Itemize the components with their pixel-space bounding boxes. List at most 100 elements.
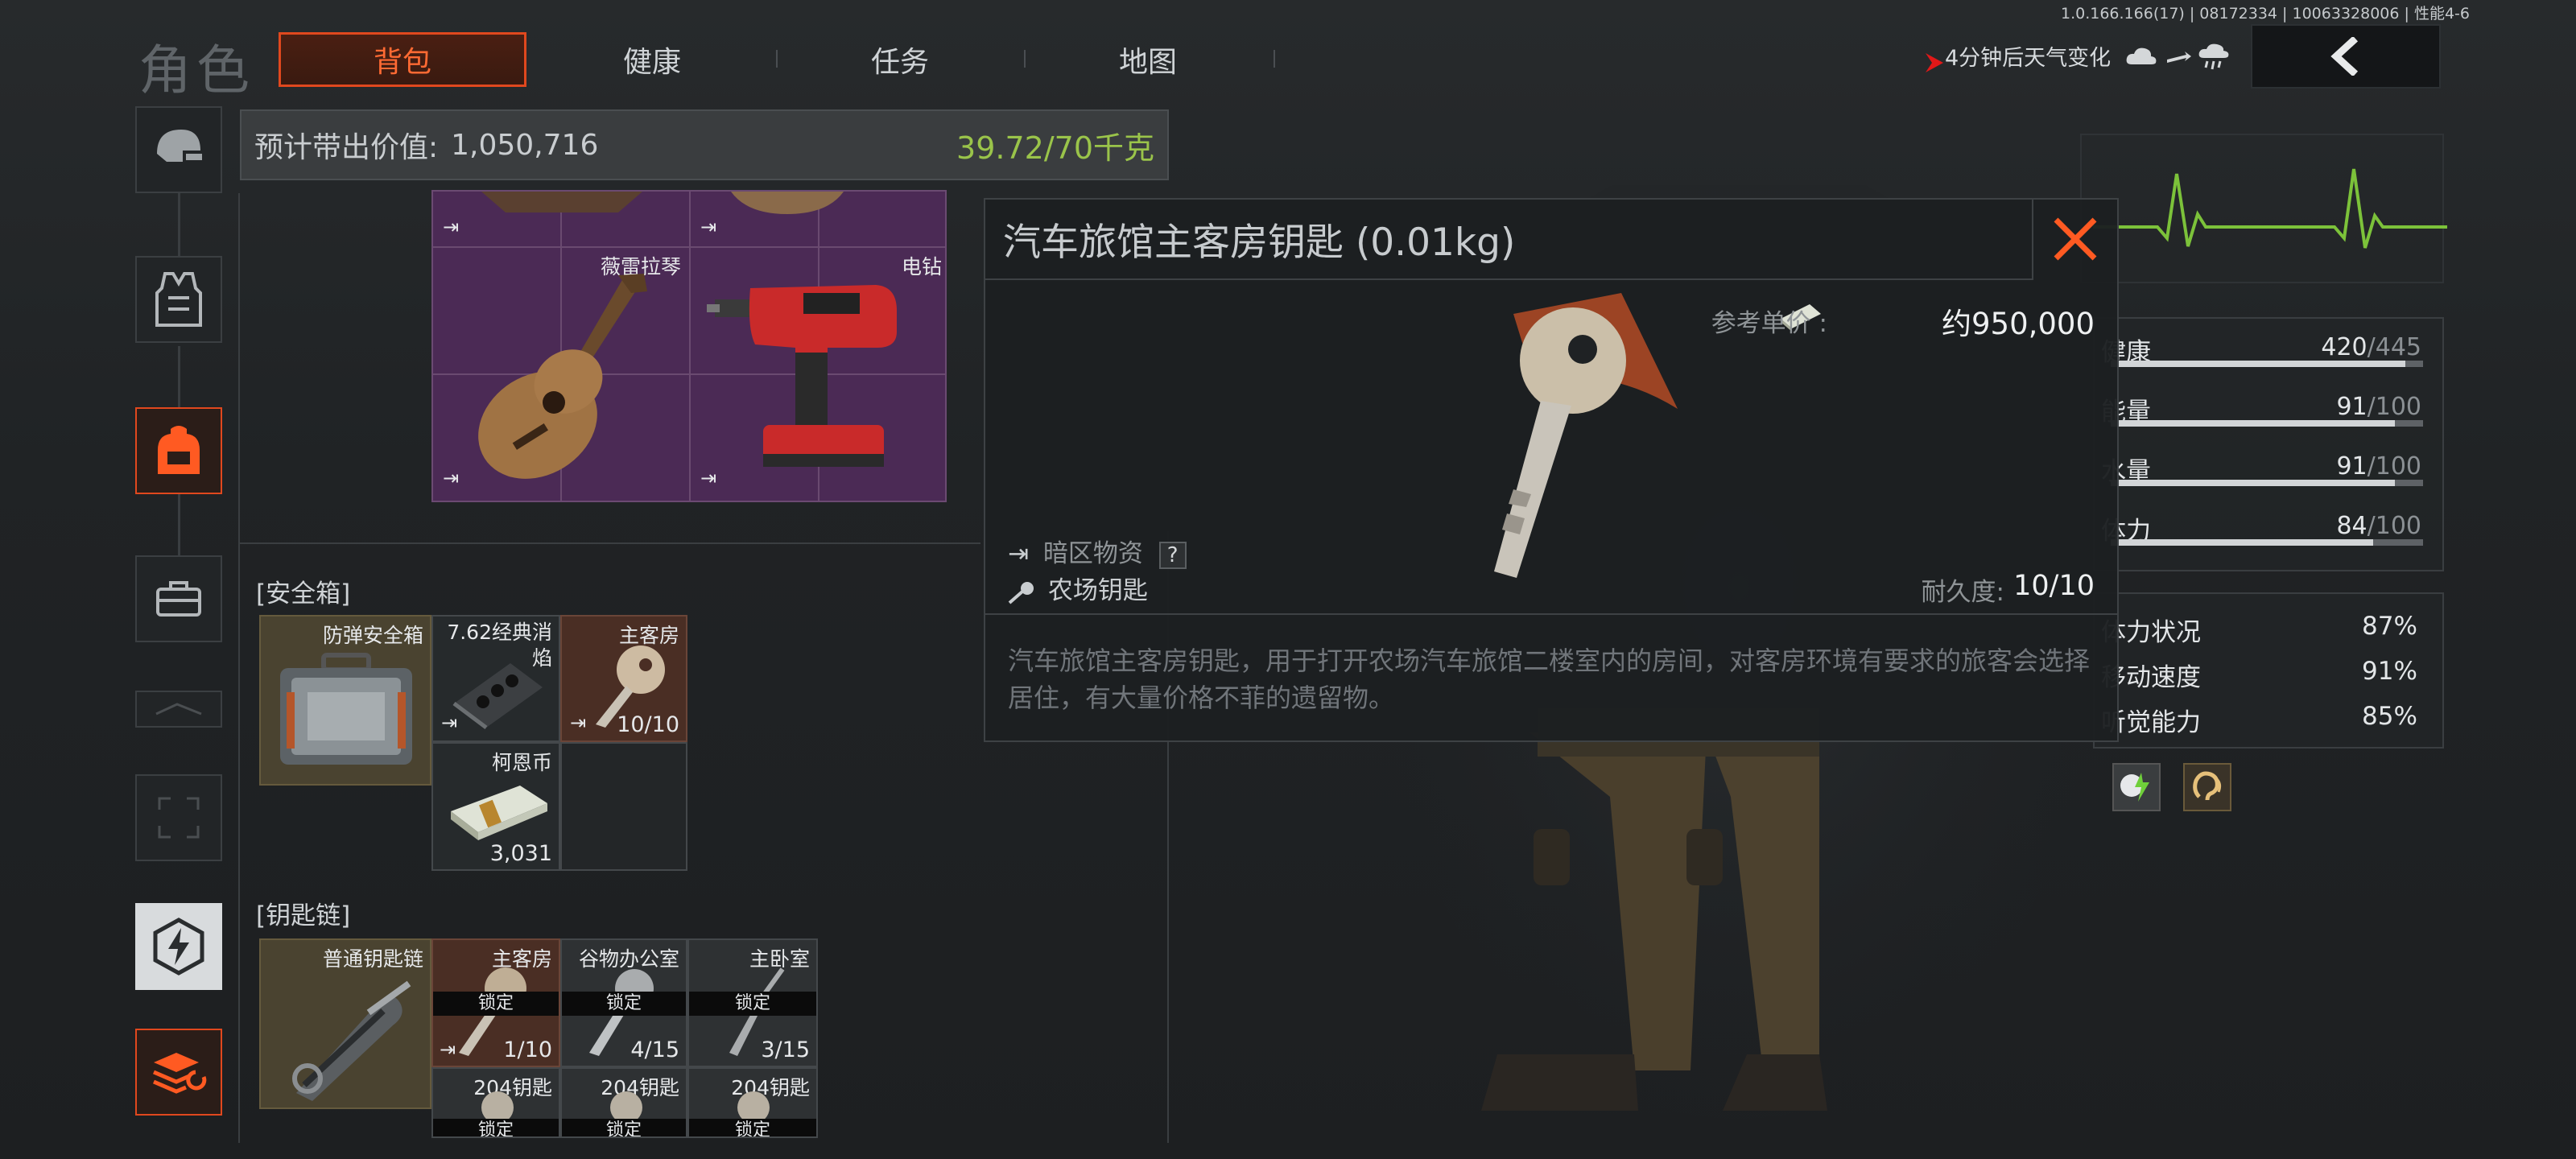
slot-count: 1/10 <box>503 1037 552 1062</box>
keychain-image <box>292 980 411 1101</box>
layers-icon <box>153 1053 207 1094</box>
nav-toolbox-button[interactable] <box>135 555 222 642</box>
item-description: 汽车旅馆主客房钥匙，用于打开农场汽车旅馆二楼室内的房间，对客房环境有要求的旅客会… <box>1008 645 2091 713</box>
close-icon <box>2054 217 2097 261</box>
backpack-bottom-line <box>240 542 980 544</box>
condition-value: 85% <box>2362 702 2417 731</box>
slot-count: 10/10 <box>617 712 679 737</box>
safe-box-slot[interactable]: 柯恩币 3,031 <box>431 742 560 871</box>
slot-count: 4/15 <box>630 1037 679 1062</box>
safe-box-slot[interactable]: 7.62经典消焰 ⇥ <box>431 615 560 742</box>
item-type: 农场钥匙 <box>1047 576 1148 605</box>
water-bar <box>2111 480 2423 486</box>
weather-text: 4分钟后天气变化 <box>1945 46 2112 71</box>
popup-divider <box>985 613 2117 615</box>
keychain-slot[interactable]: 主卧室 锁定 3/15 <box>687 938 818 1067</box>
partial-item-image <box>731 192 844 214</box>
value-amount: 1,050,716 <box>451 128 599 162</box>
item-category-row: ⇥ 暗区物资 ? <box>1008 533 1187 569</box>
item-category: 暗区物资 <box>1042 539 1143 568</box>
nav-helmet-button[interactable] <box>135 106 222 193</box>
nav-slot-button[interactable] <box>135 691 222 728</box>
safe-box-empty-slot[interactable] <box>560 742 687 871</box>
exit-marker-icon: ⇥ <box>443 467 460 489</box>
health-bar <box>2111 361 2423 367</box>
stat-current: 84 <box>2336 512 2368 540</box>
nav-expand-button[interactable] <box>135 774 222 861</box>
nav-skill-button[interactable] <box>135 903 222 990</box>
exit-marker-icon: ⇥ <box>441 711 458 734</box>
back-button[interactable] <box>2251 24 2441 89</box>
condition-value: 87% <box>2362 612 2417 641</box>
stat-value: 84/100 <box>2302 512 2421 540</box>
slot-icon <box>155 703 202 716</box>
cash-stack-image <box>451 786 547 840</box>
tab-map[interactable]: 地图 <box>1024 32 1272 87</box>
exit-marker-icon: ⇥ <box>443 216 460 238</box>
value-bar: 预计带出价值: 1,050,716 39.72/70千克 <box>240 109 1169 180</box>
left-panel-divider <box>238 193 240 1143</box>
exit-marker-icon: ⇥ <box>700 467 717 489</box>
keychain-slot[interactable]: 204钥匙 锁定 <box>560 1067 687 1138</box>
durability-value: 10/10 <box>2013 570 2095 602</box>
nav-connector <box>178 494 180 559</box>
item-detail-popup: 汽车旅馆主客房钥匙 (0.01kg) 参考单价 : 约950,000 ⇥ 暗区物… <box>984 198 2119 742</box>
durability-label: 耐久度: <box>1921 578 2004 607</box>
tab-backpack[interactable]: 背包 <box>279 32 526 87</box>
help-button[interactable]: ? <box>1158 542 1187 569</box>
stat-max: /100 <box>2367 393 2421 421</box>
tab-label: 任务 <box>870 46 929 79</box>
slot-count: 3/15 <box>761 1037 810 1062</box>
condition-value: 91% <box>2362 657 2417 686</box>
key-image <box>481 1091 514 1120</box>
stamina-buff-icon <box>2120 773 2149 802</box>
exit-marker-icon: ⇥ <box>700 216 717 238</box>
safe-box-container-slot[interactable]: 防弹安全箱 <box>259 615 431 786</box>
health-bar-fill <box>2111 361 2406 367</box>
lock-label: 锁定 <box>433 1119 559 1136</box>
stat-value: 91/100 <box>2302 393 2421 421</box>
keychain-slot[interactable]: 204钥匙 锁定 <box>431 1067 560 1138</box>
rain-cloud-icon <box>2198 43 2229 70</box>
stat-max: /445 <box>2367 333 2421 361</box>
nav-vest-button[interactable] <box>135 256 222 343</box>
keychain-slot[interactable]: 主客房 锁定 ⇥ 1/10 <box>431 938 560 1067</box>
drill-item-image[interactable] <box>707 264 916 497</box>
tab-quest[interactable]: 任务 <box>776 32 1024 87</box>
partial-item-image <box>481 192 642 212</box>
lock-label: 锁定 <box>562 1119 686 1136</box>
stamina-buff-button[interactable] <box>2112 763 2161 811</box>
water-bar-fill <box>2111 480 2396 486</box>
energy-bar <box>2111 420 2423 427</box>
stamina-bar-fill <box>2111 539 2373 546</box>
stat-current: 420 <box>2321 333 2368 361</box>
tab-health[interactable]: 健康 <box>528 32 776 87</box>
nav-layers-button[interactable] <box>135 1029 222 1116</box>
value-label: 预计带出价值: <box>254 131 439 164</box>
hearing-buff-button[interactable] <box>2183 763 2231 811</box>
slot-label: 柯恩币 <box>491 751 552 774</box>
key-image <box>737 1091 770 1120</box>
cloud-icon <box>2126 47 2157 64</box>
weather-alert-icon <box>1926 53 1943 72</box>
popup-key-image <box>1494 293 1678 578</box>
stamina-bar <box>2111 539 2423 546</box>
backpack-grid[interactable]: ⇥ ⇥ 薇雷拉琴 电钻 ⇥ ⇥ <box>431 190 947 502</box>
ukulele-item-image[interactable] <box>465 272 667 489</box>
close-button[interactable] <box>2032 200 2117 278</box>
lock-label: 锁定 <box>689 992 816 1016</box>
keychain-slot[interactable]: 204钥匙 锁定 <box>687 1067 818 1138</box>
slot-label: 普通钥匙链 <box>322 947 423 971</box>
nav-backpack-button[interactable] <box>135 407 222 494</box>
keychain-container-slot[interactable]: 普通钥匙链 <box>259 938 431 1109</box>
stat-value: 420/445 <box>2302 333 2421 361</box>
keychain-slot[interactable]: 谷物办公室 锁定 4/15 <box>560 938 687 1067</box>
lock-label: 锁定 <box>433 992 559 1016</box>
hearing-buff-icon <box>2193 771 2222 801</box>
slot-count: 3,031 <box>489 841 552 866</box>
safe-box-slot[interactable]: 主客房 ⇥ 10/10 <box>560 615 687 742</box>
lock-label: 锁定 <box>562 992 686 1016</box>
stat-current: 91 <box>2336 452 2368 481</box>
item-type-row: 农场钥匙 <box>1008 570 1148 606</box>
vest-icon <box>155 272 202 327</box>
